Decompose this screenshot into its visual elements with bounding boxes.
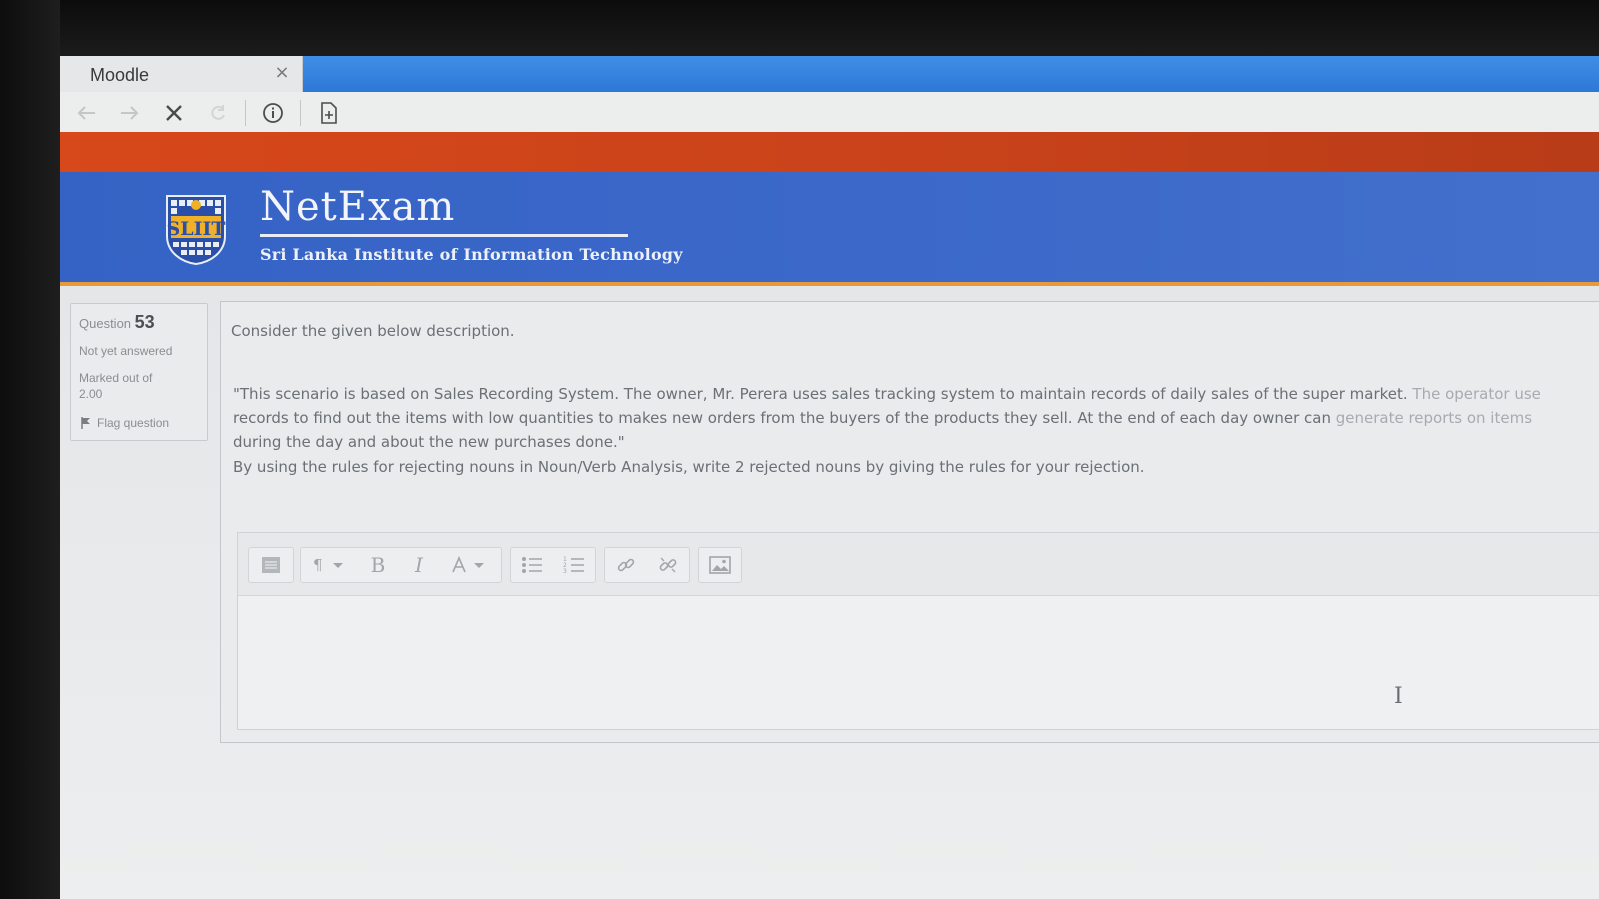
forward-button[interactable]: [116, 100, 142, 126]
max-mark: 2.00: [79, 387, 103, 401]
paragraph-style-dropdown[interactable]: ¶: [301, 548, 357, 582]
editor-toolbar: ¶ B I 123: [238, 533, 1599, 596]
flag-icon: [81, 417, 90, 429]
scenario-line-1-faded: The operator use: [1407, 385, 1541, 403]
toolbar-group-style: ¶ B I: [300, 547, 502, 583]
brand-title: NetExam: [260, 184, 456, 230]
marked-label: Marked out of: [79, 371, 153, 385]
question-scenario: "This scenario is based on Sales Recordi…: [233, 382, 1583, 454]
reader-view-button[interactable]: [316, 100, 342, 126]
flag-label: Flag question: [97, 416, 170, 430]
show-more-buttons[interactable]: [249, 548, 293, 582]
question-info-box: Question 53 Not yet answered Marked out …: [70, 303, 208, 441]
brand: NetExam Sri Lanka Institute of Informati…: [260, 184, 683, 264]
svg-text:¶: ¶: [313, 556, 323, 574]
question-state: Not yet answered: [79, 344, 173, 358]
browser-tab[interactable]: Moodle ×: [60, 56, 303, 92]
reload-icon: [211, 105, 225, 120]
back-button[interactable]: [74, 100, 100, 126]
browser-nav-bar: [60, 92, 1599, 133]
ordered-list-button[interactable]: 123: [553, 548, 595, 582]
question-formulation: Consider the given below description. "T…: [220, 301, 1599, 743]
scenario-line-3: during the day and about the new purchas…: [233, 433, 625, 451]
answer-textarea[interactable]: I: [238, 596, 1599, 729]
question-number: Question 53: [79, 312, 155, 333]
monitor-bezel-left: [0, 0, 60, 899]
paragraph-style-icon: ¶: [313, 556, 343, 574]
tab-close-button[interactable]: ×: [272, 62, 292, 83]
scenario-line-2: records to find out the items with low q…: [233, 409, 1331, 427]
bold-button[interactable]: B: [357, 548, 399, 582]
numbered-list-icon: 123: [563, 556, 584, 574]
font-color-icon: [452, 556, 484, 573]
info-icon: [263, 103, 283, 123]
unlink-icon: [659, 557, 677, 573]
site-info-button[interactable]: [260, 100, 286, 126]
question-label: Question: [79, 316, 132, 331]
toolbar-toggle-icon: [262, 557, 280, 573]
browser-tab-bar: Moodle ×: [60, 56, 1599, 92]
text-cursor: I: [1394, 684, 1403, 709]
nav-divider: [245, 100, 246, 126]
unlink-button[interactable]: [647, 548, 689, 582]
unordered-list-button[interactable]: [511, 548, 553, 582]
home-button[interactable]: [205, 100, 231, 126]
question-task: By using the rules for rejecting nouns i…: [233, 458, 1145, 476]
text-color-dropdown[interactable]: [439, 548, 499, 582]
toolbar-group-media: [698, 547, 742, 583]
nav-divider: [300, 100, 301, 126]
sliit-logo[interactable]: SLIIT: [165, 194, 227, 266]
back-arrow-icon: [77, 106, 95, 120]
image-icon: [709, 556, 731, 574]
monitor-bezel-top: [0, 0, 1599, 58]
italic-button[interactable]: I: [399, 548, 439, 582]
scenario-line-1: "This scenario is based on Sales Recordi…: [233, 385, 1408, 403]
svg-text:3: 3: [563, 568, 567, 574]
stop-button[interactable]: [161, 100, 187, 126]
brand-underline: [260, 234, 628, 237]
site-header: SLIIT NetExam Sri Lanka Institute of Inf…: [60, 172, 1599, 286]
bullet-list-icon: [522, 557, 542, 573]
sliit-crest-icon: SLIIT: [166, 195, 226, 266]
question-number-value: 53: [134, 312, 155, 332]
tab-title: Moodle: [90, 65, 150, 85]
toolbar-group-collapse: [248, 547, 294, 583]
answer-editor: ¶ B I 123 I: [237, 532, 1599, 730]
brand-subtitle: Sri Lanka Institute of Information Techn…: [260, 245, 683, 264]
question-grade: Marked out of 2.00: [79, 370, 199, 402]
site-top-band: [60, 132, 1599, 172]
link-icon: [617, 558, 635, 572]
link-button[interactable]: [605, 548, 647, 582]
stop-x-icon: [166, 105, 182, 121]
screen: Moodle × SLIIT NetExam Sri Lanka Institu…: [60, 56, 1599, 899]
page-add-icon: [321, 102, 337, 124]
toolbar-group-links: [604, 547, 690, 583]
question-intro: Consider the given below description.: [231, 322, 515, 340]
insert-image-button[interactable]: [699, 548, 741, 582]
forward-arrow-icon: [121, 106, 139, 120]
scenario-line-2-faded: generate reports on items: [1330, 409, 1533, 427]
flag-question-button[interactable]: Flag question: [81, 416, 169, 430]
logo-text: SLIIT: [167, 218, 226, 240]
toolbar-group-lists: 123: [510, 547, 596, 583]
